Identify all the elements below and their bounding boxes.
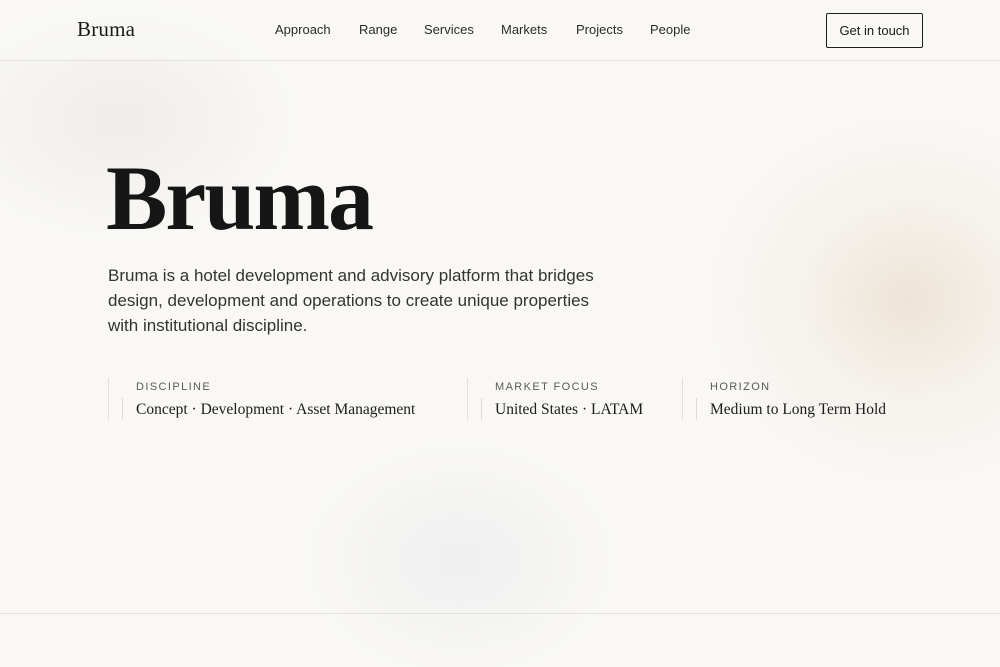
background-glow (700, 110, 1000, 490)
nav-item-markets[interactable]: Markets (501, 22, 547, 37)
fact-market-focus: MARKET FOCUS United States · LATAM (467, 378, 677, 421)
fact-divider (696, 398, 697, 420)
fact-divider (122, 398, 123, 420)
fact-divider (467, 378, 468, 421)
fact-label: DISCIPLINE (136, 381, 212, 393)
fact-label: MARKET FOCUS (495, 381, 599, 393)
nav-item-services[interactable]: Services (424, 22, 474, 37)
hero-title: Bruma (106, 147, 374, 249)
background-glow (300, 440, 620, 667)
fact-value: United States · LATAM (495, 401, 644, 418)
nav-item-people[interactable]: People (650, 22, 690, 37)
site-header: Bruma Approach Range Services Markets Pr… (0, 0, 1000, 61)
fact-horizon: HORIZON Medium to Long Term Hold (682, 378, 932, 421)
section-divider (0, 613, 1000, 614)
fact-value: Medium to Long Term Hold (710, 401, 887, 418)
fact-divider (481, 398, 482, 420)
nav-item-projects[interactable]: Projects (576, 22, 623, 37)
fact-divider (108, 378, 109, 421)
get-in-touch-button[interactable]: Get in touch (826, 13, 923, 48)
hero-description: Bruma is a hotel development and advisor… (108, 266, 594, 335)
fact-discipline: DISCIPLINE Concept · Development · Asset… (108, 378, 458, 421)
page: Bruma Approach Range Services Markets Pr… (0, 0, 1000, 667)
nav-item-approach[interactable]: Approach (275, 22, 331, 37)
fact-value: Concept · Development · Asset Management (136, 401, 416, 418)
fact-divider (682, 378, 683, 421)
nav-item-range[interactable]: Range (359, 22, 397, 37)
fact-label: HORIZON (710, 381, 771, 393)
